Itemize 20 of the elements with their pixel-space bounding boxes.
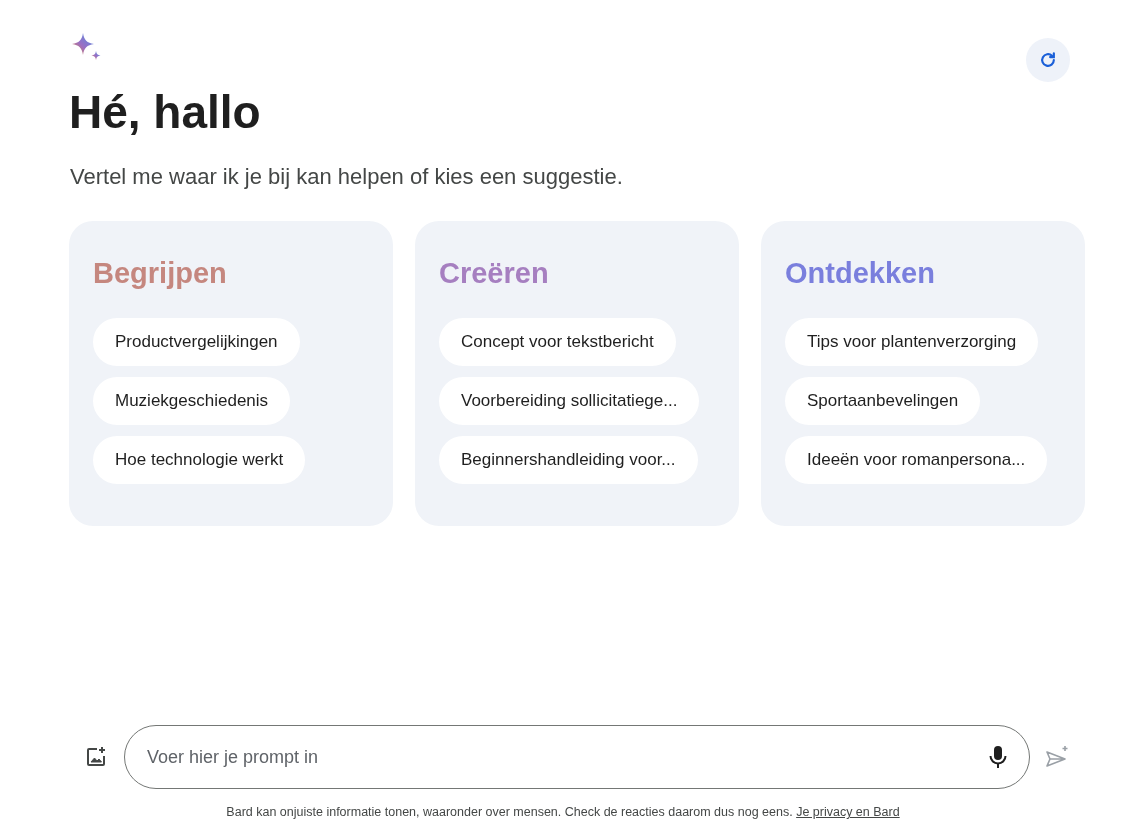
disclaimer-text: Bard kan onjuiste informatie tonen, waaronder over mensen. Check de reacties daarom dus nog eens. Je privacy en Bard: [225, 804, 901, 822]
suggestion-chip[interactable]: Beginnershandleiding voor...: [439, 436, 698, 484]
microphone-icon[interactable]: [987, 745, 1009, 770]
prompt-field[interactable]: Voer hier je prompt in: [147, 743, 987, 771]
suggestion-chip[interactable]: Ideeën voor romanpersona...: [785, 436, 1048, 484]
card-title: Begrijpen: [93, 256, 227, 291]
subtitle-text: Vertel me waar ik je bij kan helpen of kies een suggestie.: [69, 163, 624, 191]
suggestion-chip[interactable]: Concept voor tekstbericht: [439, 318, 676, 366]
card-title: Ontdekken: [785, 256, 935, 291]
suggestion-chip[interactable]: Hoe technologie werkt: [93, 436, 306, 484]
suggestion-chip[interactable]: Productvergelijkingen: [93, 318, 300, 366]
suggestion-chip[interactable]: Muziekgeschiedenis: [93, 377, 291, 425]
greeting-heading: Hé, hallo: [68, 85, 262, 140]
suggestion-chip[interactable]: Sportaanbevelingen: [785, 377, 981, 425]
suggestion-chip[interactable]: Tips voor plantenverzorging: [785, 318, 1039, 366]
refresh-icon: [1038, 50, 1058, 70]
suggestion-chip[interactable]: Voorbereiding sollicitatiege...: [439, 377, 700, 425]
privacy-link[interactable]: Je privacy en Bard: [796, 805, 900, 820]
refresh-button[interactable]: [1026, 38, 1070, 82]
card-title: Creëren: [439, 256, 549, 291]
